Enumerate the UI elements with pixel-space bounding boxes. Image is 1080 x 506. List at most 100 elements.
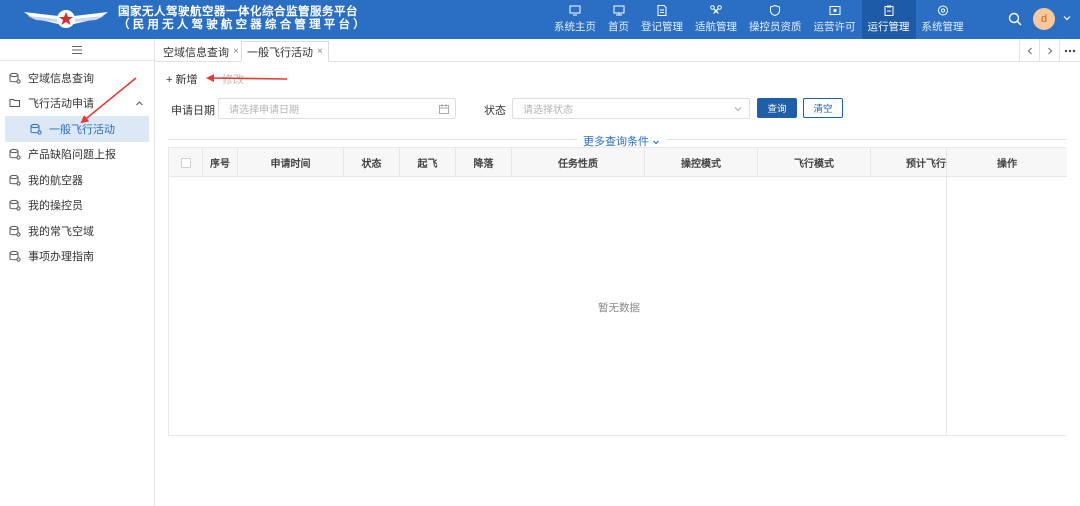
platform-title-main: 国家无人驾驶航空器一体化综合监管服务平台 (118, 6, 358, 18)
sidebar-item-airspace-query[interactable]: 空域信息查询 (0, 65, 154, 91)
sidebar-item-label: 飞行活动申请 (28, 98, 94, 111)
column-header[interactable]: 飞行模式 (758, 148, 871, 177)
sidebar-item-my-operators[interactable]: 我的操控员 (0, 193, 154, 219)
sidebar-collapse-toggle[interactable] (0, 39, 154, 61)
sidebar-item-frequent-airspace[interactable]: 我的常飞空域 (0, 218, 154, 244)
tab-bar: 空域信息查询 × 一般飞行活动 × (155, 39, 1080, 62)
folder-open-icon (9, 99, 20, 108)
nav-operation-management[interactable]: 运行管理 (861, 0, 916, 39)
column-header[interactable]: 起飞 (400, 148, 456, 177)
chevron-down-icon (653, 140, 659, 145)
chevron-right-icon (1047, 47, 1052, 54)
column-header[interactable]: 申请时间 (238, 148, 344, 177)
select-all-checkbox[interactable] (180, 157, 191, 168)
search-icon[interactable] (1008, 12, 1022, 26)
annotation-arrow-add (206, 74, 288, 83)
status-placeholder: 请选择状态 (523, 105, 573, 116)
shield-icon (770, 5, 781, 16)
chevron-down-icon (734, 107, 742, 112)
settings-icon (937, 5, 948, 16)
user-avatar[interactable]: d (1033, 8, 1055, 30)
database-icon (9, 251, 21, 262)
column-header: 操作 (997, 159, 1017, 170)
tab-scroll-right[interactable] (1039, 39, 1059, 62)
sidebar-item-flight-application[interactable]: 飞行活动申请 (0, 91, 154, 117)
status-select[interactable]: 请选择状态 (512, 98, 750, 119)
add-button[interactable]: + 新增 (166, 71, 197, 87)
nav-system-management[interactable]: 系统管理 (916, 0, 970, 39)
fixed-column-divider (946, 177, 947, 436)
nav-operator-qualification[interactable]: 操控员资质 (743, 0, 808, 39)
empty-state-text: 暂无数据 (598, 302, 640, 314)
date-label: 申请日期 (171, 105, 215, 117)
table-header: 序号 申请时间 状态 起飞 降落 任务性质 操控模式 飞行模式 预计飞行 操作 (169, 148, 1067, 177)
column-header[interactable]: 操控模式 (645, 148, 758, 177)
column-header[interactable]: 预计飞行 (871, 148, 947, 177)
more-dots-icon (1064, 49, 1076, 52)
nav-label: 操控员资质 (749, 21, 802, 33)
date-picker[interactable]: 请选择申请日期 (218, 98, 456, 119)
date-placeholder: 请选择申请日期 (229, 105, 299, 116)
home-screen-icon (569, 5, 581, 16)
tab-label: 空域信息查询 (163, 46, 229, 59)
clipboard-icon (884, 5, 893, 16)
clear-button[interactable]: 清空 (803, 98, 843, 118)
nav-label: 系统管理 (921, 21, 964, 33)
top-header: 国家无人驾驶航空器一体化综合监管服务平台 （民用无人驾驶航空器综合管理平台） 系… (0, 0, 1080, 39)
database-icon (9, 174, 21, 186)
flight-activity-table: 序号 申请时间 状态 起飞 降落 任务性质 操控模式 飞行模式 预计飞行 操作 (168, 147, 1067, 436)
sidebar-item-guide[interactable]: 事项办理指南 (0, 244, 154, 270)
monitor-icon (613, 5, 624, 16)
column-header[interactable]: 任务性质 (512, 148, 645, 177)
sidebar-item-label: 事项办理指南 (28, 251, 94, 264)
tab-general-flight[interactable]: 一般飞行活动 × (241, 41, 329, 62)
database-icon (9, 200, 21, 211)
sidebar-item-label: 一般飞行活动 (49, 123, 115, 136)
nav-label: 运营许可 (813, 21, 856, 33)
sidebar-item-label: 我的操控员 (28, 200, 83, 213)
tab-scroll-left[interactable] (1019, 39, 1039, 62)
hamburger-menu-icon (72, 45, 82, 54)
database-icon (30, 123, 42, 135)
close-icon[interactable]: × (317, 46, 323, 57)
sidebar-item-general-flight[interactable]: 一般飞行活动 (5, 116, 149, 142)
platform-title-sub: （民用无人驾驶航空器综合管理平台） (118, 19, 368, 31)
chevron-down-icon[interactable] (1062, 13, 1072, 23)
database-icon (9, 72, 21, 84)
nav-label: 登记管理 (641, 21, 683, 33)
sidebar-item-label: 我的常飞空域 (28, 225, 94, 238)
column-header[interactable]: 序号 (203, 148, 238, 177)
nav-label: 首页 (608, 21, 629, 33)
sidebar-item-defect-report[interactable]: 产品缺陷问题上报 (0, 142, 154, 168)
nav-registration[interactable]: 登记管理 (635, 0, 689, 39)
nav-label: 运行管理 (867, 21, 910, 33)
chevron-up-icon (136, 100, 143, 105)
nav-label: 适航管理 (695, 21, 737, 33)
document-icon (657, 5, 667, 16)
query-button[interactable]: 查询 (757, 98, 797, 118)
top-nav: 系统主页 首页 登记管理 适航管理 操控员资质 运营许可 运行管理 系统管理 (548, 0, 970, 39)
status-label: 状态 (484, 105, 506, 117)
nav-home[interactable]: 首页 (602, 0, 635, 39)
column-header[interactable]: 状态 (344, 148, 400, 177)
tab-more-menu[interactable] (1059, 39, 1080, 62)
calendar-icon (439, 104, 449, 114)
tab-airspace-query[interactable]: 空域信息查询 × (158, 41, 244, 62)
sidebar-item-label: 空域信息查询 (28, 72, 94, 85)
nav-label: 系统主页 (554, 21, 596, 33)
sidebar: 空域信息查询 飞行活动申请 一般飞行活动 产品缺陷问题上报 我的航空器 我的操控… (0, 39, 155, 506)
platform-title: 国家无人驾驶航空器一体化综合监管服务平台 （民用无人驾驶航空器综合管理平台） (118, 6, 368, 32)
edit-button[interactable]: 修改 (222, 71, 244, 87)
close-icon[interactable]: × (233, 46, 239, 57)
tab-label: 一般飞行活动 (247, 46, 313, 59)
select-all-cell (169, 148, 203, 177)
license-icon (829, 6, 840, 15)
sidebar-item-label: 我的航空器 (28, 174, 83, 187)
nav-system-home[interactable]: 系统主页 (548, 0, 602, 39)
nav-airworthiness[interactable]: 适航管理 (689, 0, 743, 39)
database-icon (9, 225, 21, 237)
sidebar-item-my-aircraft[interactable]: 我的航空器 (0, 167, 154, 193)
nav-operation-license[interactable]: 运营许可 (808, 0, 862, 39)
drone-icon (710, 5, 722, 14)
column-header[interactable]: 降落 (456, 148, 512, 177)
